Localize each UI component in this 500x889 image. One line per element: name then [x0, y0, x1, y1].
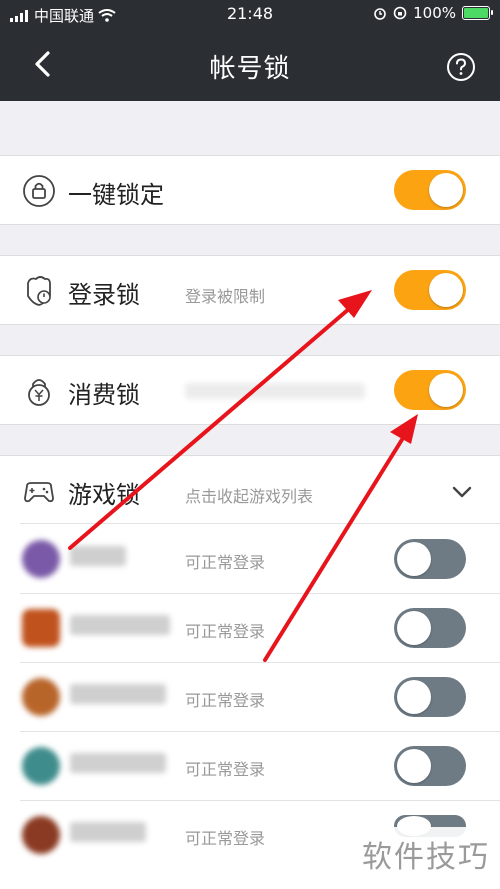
game-status: 可正常登录	[185, 829, 266, 848]
game-lock-toggle[interactable]	[394, 608, 466, 648]
game-lock-toggle[interactable]	[394, 539, 466, 579]
login-lock-desc: 登录被限制	[185, 287, 266, 306]
divider	[20, 523, 500, 524]
game-app-icon	[22, 678, 60, 716]
one-key-lock-label: 一键锁定	[68, 181, 164, 209]
game-status: 可正常登录	[185, 691, 266, 710]
one-key-lock-toggle[interactable]	[394, 170, 466, 210]
toggle-knob	[429, 173, 463, 207]
game-name	[70, 546, 126, 566]
game-lock-row[interactable]: 游戏锁 点击收起游戏列表	[0, 455, 500, 525]
game-app-icon	[22, 540, 60, 578]
game-lock-toggle[interactable]	[394, 746, 466, 786]
yuan-lock-icon	[28, 379, 50, 406]
payment-lock-label: 消费锁	[68, 381, 140, 409]
game-status: 可正常登录	[185, 622, 266, 641]
game-name	[70, 684, 166, 704]
login-lock-row[interactable]: 登录锁 登录被限制	[0, 255, 500, 325]
game-lock-label: 游戏锁	[68, 481, 140, 509]
status-bar-right: 100%	[373, 4, 493, 22]
toggle-knob	[429, 373, 463, 407]
nav-bar: 帐号锁	[0, 28, 500, 101]
game-row[interactable]: 可正常登录	[0, 663, 500, 731]
one-key-lock-row[interactable]: 一键锁定	[0, 155, 500, 225]
toggle-knob	[397, 680, 431, 714]
login-lock-label: 登录锁	[68, 281, 140, 309]
page-title: 帐号锁	[209, 54, 291, 84]
login-lock-toggle[interactable]	[394, 270, 466, 310]
watermark: 软件技巧	[352, 827, 500, 889]
battery-icon	[462, 6, 493, 20]
toggle-knob	[429, 273, 463, 307]
toggle-knob	[397, 542, 431, 576]
game-row[interactable]: 可正常登录	[0, 525, 500, 593]
game-app-icon	[22, 747, 60, 785]
rotation-lock-icon	[393, 6, 407, 20]
game-status: 可正常登录	[185, 760, 266, 779]
alarm-icon	[374, 8, 386, 20]
toggle-knob	[397, 611, 431, 645]
gamepad-icon	[24, 482, 54, 503]
game-app-icon	[22, 816, 60, 854]
chevron-down-icon[interactable]	[452, 486, 472, 498]
game-row[interactable]: 可正常登录	[0, 594, 500, 662]
payment-lock-row[interactable]: 消费锁	[0, 355, 500, 425]
game-lock-desc: 点击收起游戏列表	[185, 487, 314, 506]
question-circle-icon[interactable]	[446, 52, 476, 82]
game-name	[70, 822, 146, 842]
status-bar: 中国联通 21:48 100%	[0, 0, 500, 28]
lock-icon	[23, 175, 55, 207]
toggle-knob	[397, 749, 431, 783]
payment-lock-toggle[interactable]	[394, 370, 466, 410]
battery-percent: 100%	[413, 4, 456, 22]
login-lock-icon	[27, 276, 51, 306]
game-lock-toggle[interactable]	[394, 677, 466, 717]
game-name	[70, 615, 170, 635]
game-name	[70, 753, 166, 773]
game-row[interactable]: 可正常登录	[0, 732, 500, 800]
game-status: 可正常登录	[185, 553, 266, 572]
game-app-icon	[22, 609, 60, 647]
payment-lock-desc	[185, 383, 365, 399]
